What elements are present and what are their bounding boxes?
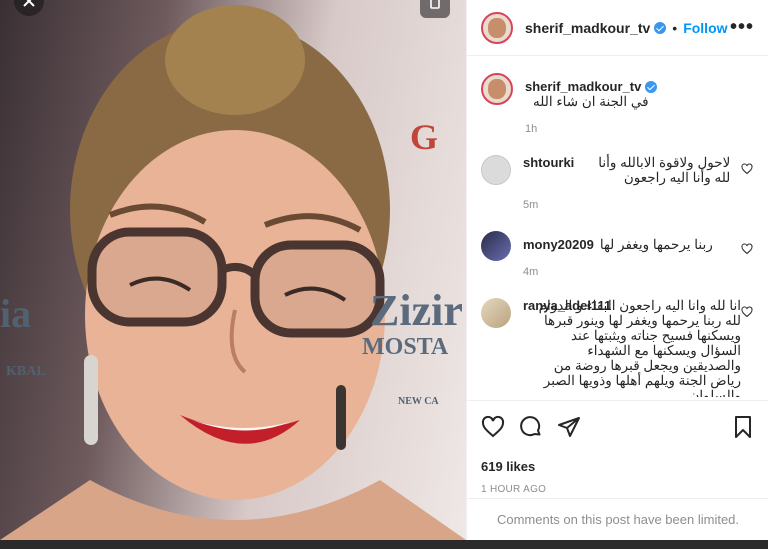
more-options-button[interactable]: ••• xyxy=(730,16,754,39)
like-comment-icon[interactable] xyxy=(741,243,753,255)
user-tag-icon xyxy=(430,0,440,9)
save-bookmark-icon[interactable] xyxy=(731,415,755,439)
comment-time: 5m xyxy=(523,199,539,211)
separator-dot: • xyxy=(672,19,678,36)
commenter-avatar[interactable] xyxy=(481,298,511,328)
verified-badge-icon xyxy=(645,80,658,93)
caption-text: في الجنة ان شاء الله xyxy=(533,94,649,109)
commenter-avatar[interactable] xyxy=(481,155,511,185)
verified-badge-icon xyxy=(654,21,667,34)
avatar[interactable] xyxy=(481,11,513,44)
comment-username[interactable]: shtourki xyxy=(523,155,574,170)
post-photo[interactable]: Zizir MOSTA ia KBAL NEW CA G xyxy=(0,0,466,540)
post-actions: 619 likes 1 HOUR AGO xyxy=(467,400,768,495)
backdrop-sign-text: Zizir xyxy=(370,286,463,335)
comment-text: انا لله وانا اليه راجعون البقاء و الدوام… xyxy=(538,298,741,397)
backdrop-sign-text: ia xyxy=(0,291,32,336)
post-sidebar: sherif_madkour_tv • Follow ••• sherif_ma… xyxy=(466,0,768,540)
backdrop-sign-text: KBAL xyxy=(6,364,46,379)
like-count[interactable]: 619 likes xyxy=(481,459,755,474)
like-comment-icon[interactable] xyxy=(741,163,753,175)
caption: sherif_madkour_tv في الجنة ان شاء الله 1… xyxy=(481,73,755,135)
backdrop-sign-text: NEW CA xyxy=(398,396,439,407)
comment-text: لاحول ولاقوة الابالله وأنا لله وأنا اليه… xyxy=(598,155,731,185)
comment-username[interactable]: mony20209 xyxy=(523,237,594,252)
comment-time: 4m xyxy=(523,266,539,278)
tag-button[interactable] xyxy=(420,0,450,18)
caption-username[interactable]: sherif_madkour_tv xyxy=(525,79,641,94)
window-bottom-edge xyxy=(0,540,768,549)
list-item: ranya_adel111 انا لله وانا اليه راجعون ا… xyxy=(481,298,755,397)
like-comment-icon[interactable] xyxy=(741,306,753,318)
caption-avatar[interactable] xyxy=(481,73,513,105)
close-icon xyxy=(23,0,35,7)
post-timestamp: 1 HOUR AGO xyxy=(481,484,547,495)
follow-button[interactable]: Follow xyxy=(683,20,727,36)
comment-bubble-icon[interactable] xyxy=(519,415,543,439)
header-username[interactable]: sherif_madkour_tv xyxy=(525,20,650,36)
comments-list[interactable]: sherif_madkour_tv في الجنة ان شاء الله 1… xyxy=(467,57,768,397)
post-header: sherif_madkour_tv • Follow ••• xyxy=(467,0,768,56)
comment-text: ربنا يرحمها ويغفر لها xyxy=(599,237,713,252)
commenter-avatar[interactable] xyxy=(481,231,511,261)
comments-limited-notice: Comments on this post have been limited. xyxy=(467,498,768,540)
instagram-post: Zizir MOSTA ia KBAL NEW CA G sherif_madk… xyxy=(0,0,768,540)
backdrop-sign-text: MOSTA xyxy=(362,334,449,360)
backdrop-sign-text: G xyxy=(410,117,439,157)
caption-time: 1h xyxy=(525,123,538,135)
list-item: shtourki لاحول ولاقوة الابالله وأنا لله … xyxy=(481,155,755,211)
list-item: mony20209 ربنا يرحمها ويغفر لها 4m xyxy=(481,231,755,278)
portrait-illustration xyxy=(0,5,466,540)
like-heart-icon[interactable] xyxy=(481,415,505,439)
share-paper-plane-icon[interactable] xyxy=(557,415,581,439)
